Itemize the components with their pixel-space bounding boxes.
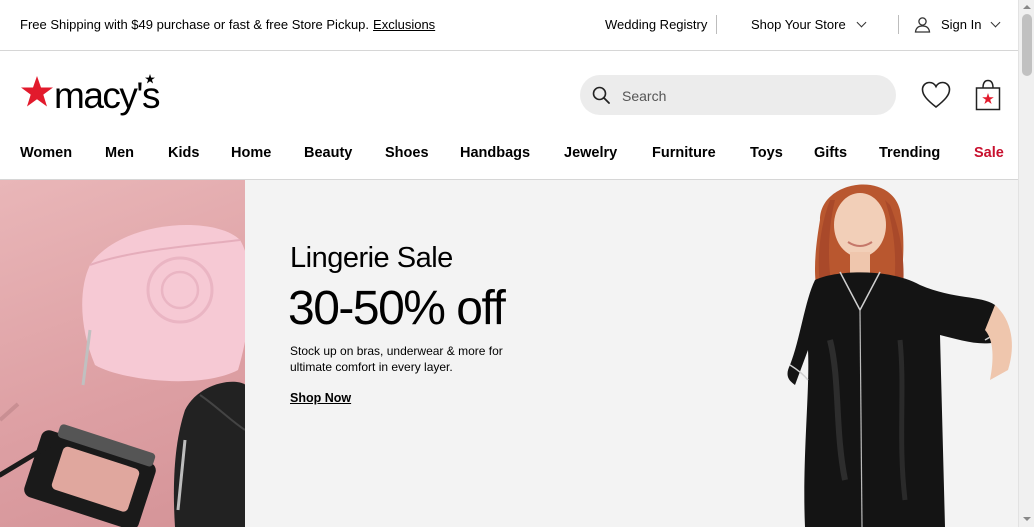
nav-item-toys[interactable]: Toys: [750, 145, 783, 161]
scrollbar-thumb[interactable]: [1022, 14, 1032, 76]
cosmetics-illustration: [0, 225, 245, 527]
chevron-down-icon: [991, 17, 1001, 28]
model-image: [780, 180, 1018, 527]
shop-your-store-label: Shop Your Store: [751, 17, 846, 32]
hero-subtitle: Lingerie Sale: [290, 242, 453, 274]
star-icon: [21, 76, 53, 107]
hero-banner[interactable]: Lingerie Sale 30-50% off Stock up on bra…: [0, 180, 1018, 527]
search-input[interactable]: [620, 75, 884, 117]
hero-description: Stock up on bras, underwear & more for u…: [290, 344, 503, 374]
nav-item-beauty[interactable]: Beauty: [304, 145, 352, 161]
page-scrollbar[interactable]: [1018, 0, 1034, 527]
exclusions-link[interactable]: Exclusions: [373, 17, 435, 32]
nav-item-men[interactable]: Men: [105, 145, 134, 161]
shipping-text: Free Shipping with $49 purchase or fast …: [20, 17, 370, 32]
logo-text: macy's: [54, 75, 160, 116]
nav-item-jewelry[interactable]: Jewelry: [564, 145, 617, 161]
search-icon: [592, 86, 610, 104]
nav-item-sale[interactable]: Sale: [974, 145, 1004, 161]
separator: [898, 15, 899, 34]
scroll-down-arrow[interactable]: [1023, 517, 1031, 521]
shop-your-store-button[interactable]: Shop Your Store: [751, 17, 867, 32]
shipping-banner: Free Shipping with $49 purchase or fast …: [20, 17, 435, 32]
nav-item-women[interactable]: Women: [20, 145, 72, 161]
nav-item-gifts[interactable]: Gifts: [814, 145, 847, 161]
scroll-up-arrow[interactable]: [1023, 5, 1031, 9]
sign-in-button[interactable]: Sign In: [941, 17, 1001, 32]
user-icon: [914, 17, 931, 33]
macys-logo[interactable]: macy's: [20, 73, 170, 117]
model-illustration: [787, 184, 1012, 527]
nav-item-trending[interactable]: Trending: [879, 145, 940, 161]
nav-item-kids[interactable]: Kids: [168, 145, 199, 161]
separator: [716, 15, 717, 34]
main-navigation: Women Men Kids Home Beauty Shoes Handbag…: [0, 138, 1018, 168]
small-star-icon: [145, 74, 155, 84]
sign-in-label: Sign In: [941, 17, 982, 32]
wedding-registry-link[interactable]: Wedding Registry: [605, 17, 707, 32]
cosmetics-image: [0, 180, 245, 527]
nav-item-shoes[interactable]: Shoes: [385, 145, 429, 161]
utility-bar: Free Shipping with $49 purchase or fast …: [0, 0, 1018, 51]
shop-now-link[interactable]: Shop Now: [290, 391, 351, 405]
search-bar[interactable]: [580, 75, 896, 117]
chevron-down-icon: [856, 17, 867, 28]
nav-item-handbags[interactable]: Handbags: [460, 145, 530, 161]
nav-item-home[interactable]: Home: [231, 145, 271, 161]
hero-headline: 30-50% off: [288, 282, 506, 335]
shopping-bag-icon[interactable]: [975, 79, 1001, 111]
heart-icon[interactable]: [921, 81, 951, 109]
nav-item-furniture[interactable]: Furniture: [652, 145, 716, 161]
